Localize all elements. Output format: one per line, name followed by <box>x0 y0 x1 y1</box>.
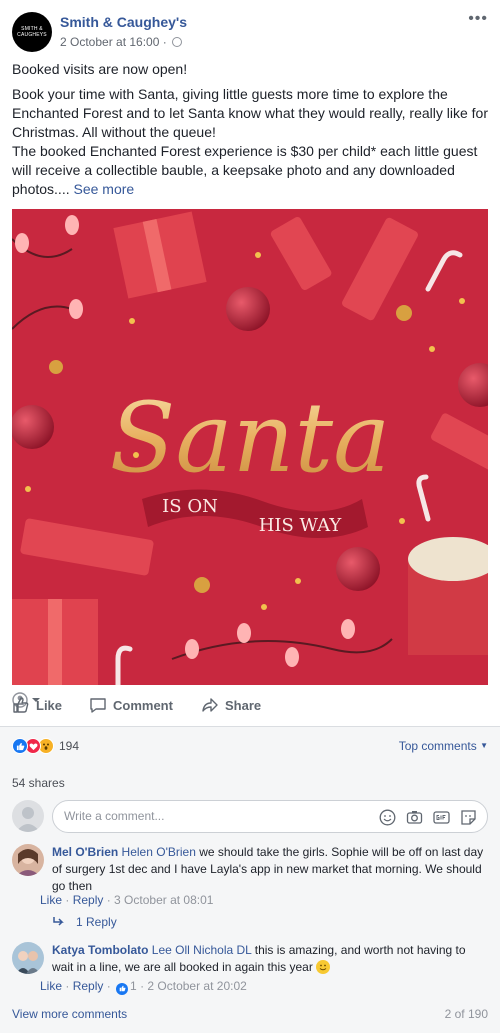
post-actions: Like Comment Share <box>12 692 488 718</box>
camera-icon[interactable] <box>406 809 423 826</box>
facebook-post: SMITH & CAUGHEYS Smith & Caughey's 2 Oct… <box>0 0 500 1033</box>
page-avatar[interactable]: SMITH & CAUGHEYS <box>12 12 52 52</box>
light-bulb <box>15 233 29 253</box>
like-icon <box>116 982 129 995</box>
page-name-link[interactable]: Smith & Caughey's <box>60 14 187 30</box>
default-avatar-icon <box>16 807 40 832</box>
comment-author-link[interactable]: Katya Tombolato <box>52 943 148 957</box>
viewer-avatar <box>12 800 44 832</box>
like-button[interactable]: Like <box>12 692 62 718</box>
bauble <box>336 547 380 591</box>
light-bulb <box>237 623 251 643</box>
view-replies-link[interactable]: 1 Reply <box>52 915 117 929</box>
divider <box>0 726 500 727</box>
drum <box>408 537 488 655</box>
comment-like-count[interactable]: 1 <box>130 979 137 993</box>
light-bulb <box>185 639 199 659</box>
post-timestamp[interactable]: 2 October at 16:00 · <box>60 35 183 49</box>
reactions-summary[interactable]: 194 <box>12 738 79 754</box>
comment-button[interactable]: Comment <box>89 692 173 718</box>
commenter-avatar[interactable] <box>12 844 44 876</box>
comment-page-count: 2 of 190 <box>444 1007 488 1021</box>
more-options-button[interactable]: ••• <box>468 10 488 28</box>
santa-script-text: Santa <box>110 382 391 494</box>
share-arrow-icon <box>202 698 218 712</box>
emoji-icon[interactable] <box>379 809 396 826</box>
view-more-comments-link[interactable]: View more comments <box>12 1007 127 1021</box>
comment-text: Katya Tombolato Lee Oll Nichola DL this … <box>52 942 488 976</box>
comment-reply-link[interactable]: Reply <box>73 893 104 907</box>
post-image[interactable]: Santa IS ON HIS WAY <box>12 209 488 685</box>
comment-label: Comment <box>113 697 173 713</box>
top-comments-dropdown[interactable]: Top comments ▼ <box>399 739 488 753</box>
like-icon <box>12 738 28 754</box>
share-label: Share <box>225 697 262 713</box>
comment-like-link[interactable]: Like <box>40 893 62 907</box>
gif-icon[interactable] <box>433 809 450 826</box>
bauble <box>12 405 54 449</box>
banner-right-text: HIS WAY <box>259 515 343 536</box>
bell <box>49 360 63 374</box>
comment-composer <box>12 800 488 834</box>
comment-input-box[interactable] <box>52 800 488 833</box>
light-bulb <box>285 647 299 667</box>
tagged-user-link[interactable]: Helen O'Brien <box>122 845 196 859</box>
comment-bubble-icon <box>90 698 106 713</box>
light-bulb <box>65 215 79 235</box>
comment-input[interactable] <box>64 809 304 823</box>
globe-icon <box>172 37 183 47</box>
see-more-link[interactable]: See more <box>73 181 134 197</box>
timestamp-text: 2 October at 16:00 · <box>60 35 167 49</box>
banner-left-text: IS ON <box>162 496 218 517</box>
bell <box>396 305 412 321</box>
comment-like-link[interactable]: Like <box>40 979 62 993</box>
light-bulb <box>341 619 355 639</box>
comment-meta: Like · Reply · 3 October at 08:01 <box>40 893 214 907</box>
comment-reply-link[interactable]: Reply <box>73 979 104 993</box>
light-bulb <box>69 299 83 319</box>
post-heading: Booked visits are now open! <box>12 61 188 77</box>
gift-box-bottom <box>12 599 98 685</box>
logo-text: SMITH & CAUGHEYS <box>17 26 47 38</box>
caret-down-icon: ▼ <box>480 741 488 750</box>
reaction-count: 194 <box>59 739 80 753</box>
commenter-avatar[interactable] <box>12 942 44 974</box>
post-header: SMITH & CAUGHEYS Smith & Caughey's 2 Oct… <box>12 10 488 52</box>
thumbs-up-icon <box>13 697 29 713</box>
shares-count-link[interactable]: 54 shares <box>12 776 65 790</box>
composer-icons <box>379 809 477 826</box>
post-message: Booked visits are now open! Book your ti… <box>12 60 490 199</box>
tagged-user-link[interactable]: Lee Oll Nichola DL <box>152 943 252 957</box>
bauble <box>226 287 270 331</box>
reply-arrow-icon <box>53 917 64 926</box>
comment-time[interactable]: 2 October at 20:02 <box>147 979 246 993</box>
comment-time[interactable]: 3 October at 08:01 <box>114 893 213 907</box>
replies-count: 1 Reply <box>76 915 117 929</box>
santa-illustration: Santa IS ON HIS WAY <box>12 209 488 685</box>
smile-emoji-icon <box>316 960 331 974</box>
sticker-icon[interactable] <box>460 809 477 826</box>
top-comments-label: Top comments <box>398 739 477 753</box>
comment-meta: Like · Reply · 1 · 2 October at 20:02 <box>40 979 247 995</box>
comment-author-link[interactable]: Mel O'Brien <box>52 845 118 859</box>
bell <box>194 577 210 593</box>
post-body: Book your time with Santa, giving little… <box>12 85 490 199</box>
share-button[interactable]: Share <box>201 692 261 718</box>
comment-text: Mel O'Brien Helen O'Brien we should take… <box>52 844 488 895</box>
like-label: Like <box>36 697 63 713</box>
